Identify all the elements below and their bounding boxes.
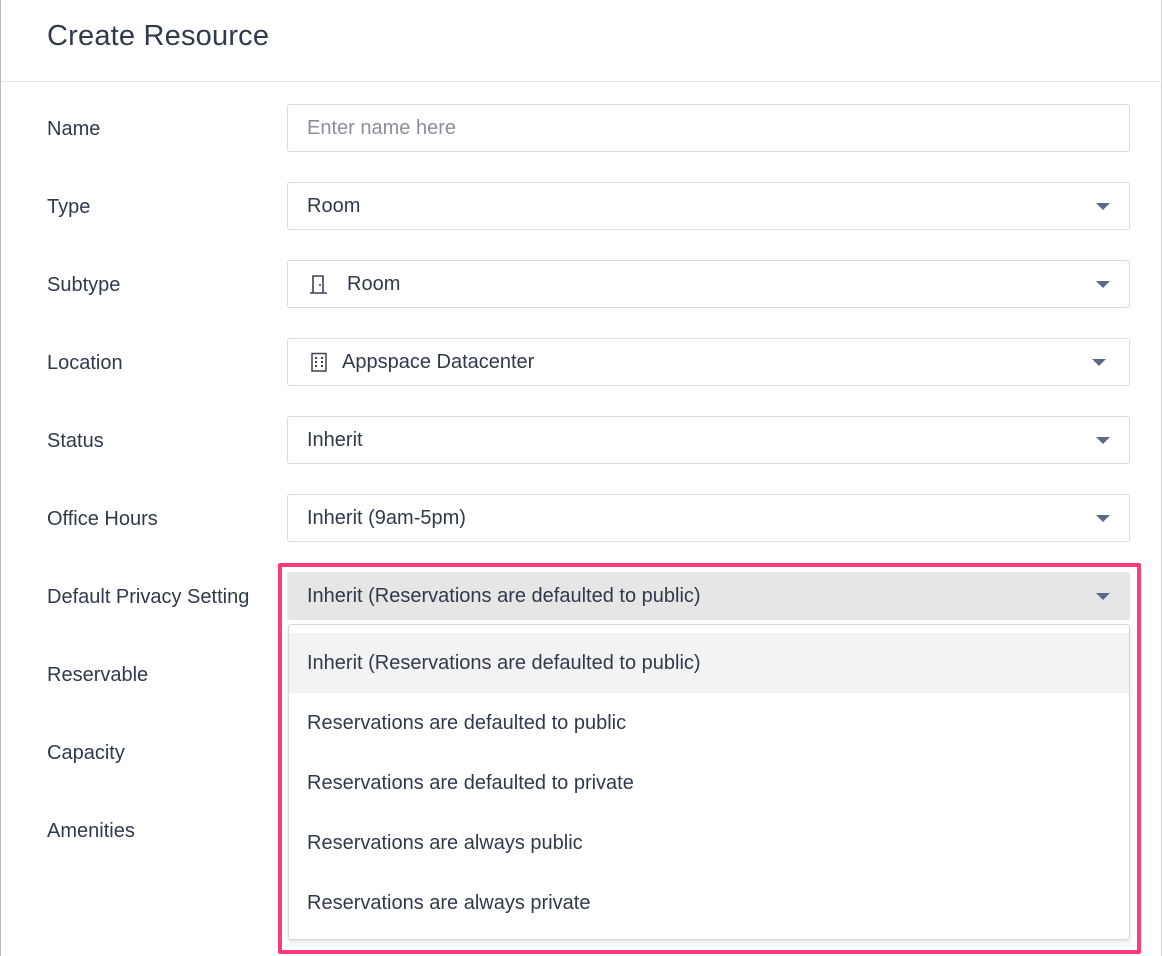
chevron-down-icon [1096,437,1110,444]
privacy-option[interactable]: Reservations are always public [289,813,1129,873]
privacy-select[interactable]: Inherit (Reservations are defaulted to p… [287,572,1130,620]
privacy-option[interactable]: Reservations are defaulted to public [289,693,1129,753]
status-value: Inherit [307,429,363,451]
type-value: Room [307,195,361,217]
dialog-title: Create Resource [47,20,270,52]
privacy-option[interactable]: Reservations are always private [289,873,1129,933]
location-label: Location [47,352,123,374]
privacy-label: Default Privacy Setting [47,586,250,608]
chevron-down-icon [1096,593,1110,600]
capacity-label: Capacity [47,742,125,764]
reservable-label: Reservable [47,664,149,686]
office-hours-select[interactable]: Inherit (9am-5pm) [287,494,1130,542]
type-label: Type [47,196,91,218]
subtype-label: Subtype [47,274,121,296]
subtype-value: Room [347,273,401,295]
type-select[interactable]: Room [287,182,1130,230]
privacy-option[interactable]: Inherit (Reservations are defaulted to p… [289,633,1129,693]
chevron-down-icon [1096,281,1110,288]
name-label: Name [47,118,101,140]
building-icon [311,352,327,372]
amenities-label: Amenities [47,820,135,842]
privacy-option[interactable]: Reservations are defaulted to private [289,753,1129,813]
name-field[interactable] [287,104,1130,152]
subtype-select[interactable]: Room [287,260,1130,308]
status-label: Status [47,430,104,452]
dialog: Create Resource Name Type Room Subtype R… [0,0,1162,956]
office-hours-label: Office Hours [47,508,158,530]
status-select[interactable]: Inherit [287,416,1130,464]
privacy-value: Inherit (Reservations are defaulted to p… [307,585,701,607]
name-input[interactable] [288,105,1129,151]
privacy-dropdown-menu: Inherit (Reservations are defaulted to p… [288,624,1130,940]
location-value: Appspace Datacenter [342,351,535,373]
chevron-down-icon [1096,203,1110,210]
location-select[interactable]: Appspace Datacenter [287,338,1130,386]
chevron-down-icon [1096,515,1110,522]
office-hours-value: Inherit (9am-5pm) [307,507,466,529]
door-icon [310,275,327,294]
dialog-header: Create Resource [1,0,1162,82]
chevron-down-icon [1092,359,1106,366]
